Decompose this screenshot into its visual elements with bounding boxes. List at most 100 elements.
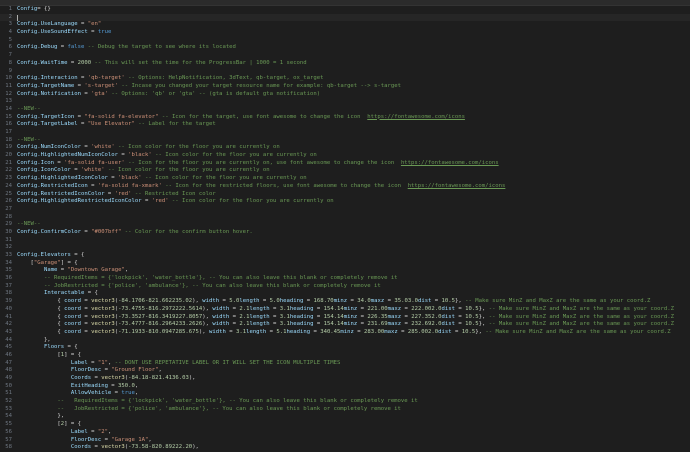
code-line[interactable]: 32: [0, 244, 690, 252]
code-line[interactable]: 5: [0, 37, 690, 45]
code-line[interactable]: 57 FloorDesc = "Garage 1A",: [0, 437, 690, 445]
code-line[interactable]: 22 Config.IconColor = 'white' -- Icon col…: [0, 167, 690, 175]
code-token: {: [17, 328, 65, 335]
code-line[interactable]: 52 -- RequiredItems = {'lockpick', 'wate…: [0, 398, 690, 406]
code-line[interactable]: 33 Config.Elevators = {: [0, 252, 690, 260]
code-line[interactable]: 20 Config.HighlightedNumIconColor = 'blac…: [0, 152, 690, 160]
code-line[interactable]: 37 -- JobRestricted = {'police', 'ambula…: [0, 283, 690, 291]
code-line[interactable]: 15 Config.TargetIcon = "fa-solid fa-eleva…: [0, 114, 690, 122]
code-line[interactable]: 41 { coord = vector3(-73.3527-816.341922…: [0, 314, 690, 322]
code-token: 'red': [151, 198, 169, 205]
code-line[interactable]: 46 [1] = {: [0, 352, 690, 360]
code-line[interactable]: 6 Config.Debug = false -- Debug the targe…: [0, 44, 690, 52]
line-number: 17: [5, 129, 12, 135]
code-line[interactable]: 47 Label = "1", -- DONT USE REPETATIVE L…: [0, 360, 690, 368]
code-line[interactable]: 39 { coord = vector3(-84.1706-821.662235…: [0, 298, 690, 306]
code-editor[interactable]: 1 Config= {} 2 3 Config.UseLanguage = "en" 4 C…: [0, 0, 690, 452]
code-token: -73.4777: [118, 321, 146, 328]
code-line[interactable]: 2: [0, 13, 690, 22]
code-line[interactable]: 24 Config.RestrictedIcon = 'fa-solid fa-x…: [0, 183, 690, 191]
code-line[interactable]: 54 },: [0, 413, 690, 421]
code-line[interactable]: 58 Coords = vector3(-73.58-820.89222.20)…: [0, 444, 690, 452]
code-line[interactable]: 30 Config.ConfirmColor = "#007bff" -- Col…: [0, 229, 690, 237]
code-line[interactable]: 36 -- RequiredItems = {'lockpick', 'wate…: [0, 275, 690, 283]
code-line[interactable]: 17: [0, 129, 690, 137]
code-line[interactable]: 28: [0, 214, 690, 222]
code-line[interactable]: 26 Config.HighlightedRestrictedIconColor …: [0, 198, 690, 206]
code-token: =: [57, 267, 68, 274]
code-line[interactable]: 31: [0, 237, 690, 245]
code-token: -- Options: 'qb' or 'gta' -- (gta is def…: [107, 90, 321, 97]
code-token: 5.1: [276, 328, 287, 335]
code-token: =: [229, 313, 240, 320]
code-line[interactable]: 1 Config= {}: [0, 6, 690, 14]
code-text: Config.NumIconColor = 'white' -- Icon co…: [17, 144, 280, 152]
code-token: =: [269, 313, 280, 320]
code-line[interactable]: 42 { coord = vector3(-73.4777-816.296423…: [0, 321, 690, 329]
code-line[interactable]: 4 Config.UseSoundEffect = true: [0, 29, 690, 37]
code-line[interactable]: 16 Config.TargetLabel = "Use Elevator" --…: [0, 121, 690, 129]
code-line[interactable]: 29 --NEW--: [0, 221, 690, 229]
line-number: 32: [5, 244, 12, 251]
code-line[interactable]: 21 Config.Icon = 'fa-solid fa-user' -- Ic…: [0, 160, 690, 168]
code-line[interactable]: 34 ["Garage"] = {: [0, 260, 690, 268]
code-line[interactable]: 40 { coord = vector3(-73.4755-816.297222…: [0, 306, 690, 314]
code-line[interactable]: 43 { coord = vector3(-71.1933-810.094728…: [0, 329, 690, 337]
code-line[interactable]: 18 --NEW--: [0, 137, 690, 145]
code-token: -- JobRestricted = {'police', 'ambulance…: [17, 282, 381, 289]
code-line[interactable]: 27: [0, 206, 690, 214]
line-number: 57: [5, 436, 12, 443]
line-number: 28: [5, 213, 12, 220]
code-token: 2.0: [431, 313, 442, 320]
code-token: =: [229, 321, 240, 328]
code-token: 2.1: [239, 313, 250, 320]
code-line[interactable]: 3 Config.UseLanguage = "en": [0, 21, 690, 29]
code-line[interactable]: 50 ExitHeading = 350.0,: [0, 383, 690, 391]
code-text: Config.RestrictedIcon = 'fa-solid fa-xma…: [17, 183, 505, 191]
code-token: Config.HighlightedNumIconColor: [17, 152, 119, 159]
code-token: },: [475, 328, 486, 335]
code-line[interactable]: 7: [0, 52, 690, 60]
code-line[interactable]: 25 Config.RestrictedIconColor = 'red' -- …: [0, 191, 690, 199]
code-line[interactable]: 8 Config.WaitTime = 2000 -- This will set…: [0, 60, 690, 68]
code-line[interactable]: 14 --NEW--: [0, 106, 690, 114]
code-token: =: [313, 313, 324, 320]
code-area[interactable]: 1 Config= {} 2 3 Config.UseLanguage = "en" 4 C…: [0, 6, 690, 452]
code-line[interactable]: 55 [2] = {: [0, 421, 690, 429]
code-line[interactable]: 48 FloorDesc = "Ground Floor",: [0, 367, 690, 375]
code-text: [2] = {: [17, 421, 81, 429]
code-line[interactable]: 38 Interactable = {: [0, 290, 690, 298]
code-line[interactable]: 11 Config.TargetName = 's-target' -- Inca…: [0, 83, 690, 91]
code-token: =: [74, 113, 85, 120]
code-token: 34.0: [357, 298, 371, 305]
code-token: =: [77, 21, 88, 28]
code-line[interactable]: 53 -- JobRestricted = {'police', 'ambula…: [0, 406, 690, 414]
code-text: ["Garage"] = {: [17, 260, 77, 268]
code-token: width: [212, 305, 230, 312]
code-link[interactable]: https://fontawesome.com/icons: [367, 114, 465, 120]
code-line[interactable]: 9: [0, 68, 690, 76]
code-token: length: [249, 313, 270, 320]
code-line[interactable]: 10 Config.Interaction = 'qb-target' -- Op…: [0, 75, 690, 83]
code-token: 35.02: [175, 298, 193, 305]
code-line[interactable]: 45 Floors = {: [0, 344, 690, 352]
code-line[interactable]: 13: [0, 98, 690, 106]
code-token: },: [478, 313, 489, 320]
code-line[interactable]: 35 Name = "Downtown Garage",: [0, 267, 690, 275]
code-line[interactable]: 44 },: [0, 337, 690, 345]
code-token: =: [141, 198, 152, 205]
code-token: -- This will set the time for the Progre…: [91, 59, 307, 66]
code-line[interactable]: 19 Config.NumIconColor = 'white' -- Icon …: [0, 144, 690, 152]
code-link[interactable]: https://fontawesome.com/icons: [401, 160, 499, 166]
code-line[interactable]: 51 AllowVehicle = true,: [0, 390, 690, 398]
code-token: =: [81, 90, 92, 97]
code-line[interactable]: 23 Config.HighlightedIconColor = 'black' …: [0, 175, 690, 183]
code-token: {: [17, 313, 65, 320]
code-line[interactable]: 12 Config.Notification = 'gta' -- Options…: [0, 91, 690, 99]
code-line[interactable]: 49 Coords = vector3(-84.18-821.4136.03),: [0, 375, 690, 383]
code-link[interactable]: https://fontawesome.com/icons: [408, 183, 506, 189]
code-token: -820.89: [148, 444, 172, 451]
code-line[interactable]: 56 Label = "2",: [0, 429, 690, 437]
